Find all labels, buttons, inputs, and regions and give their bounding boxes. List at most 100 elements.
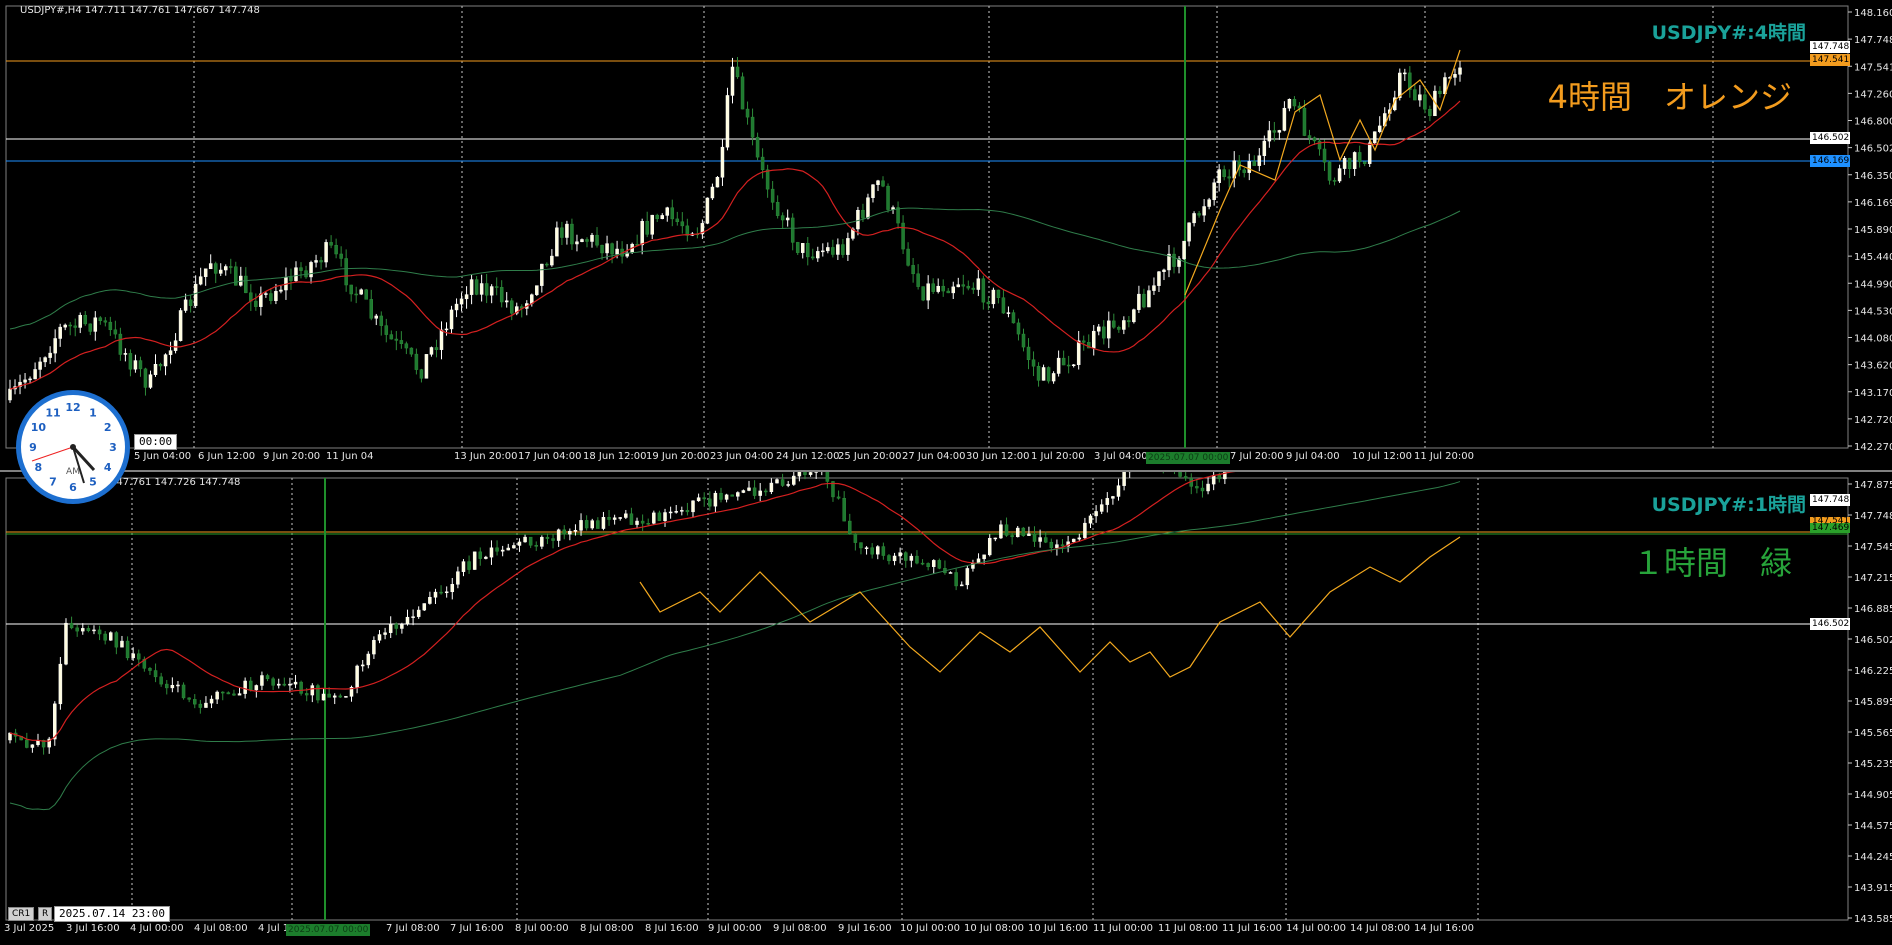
candle-body — [1292, 98, 1297, 107]
candle-body — [1183, 476, 1188, 479]
clock-number: 8 — [35, 461, 43, 474]
h1-chart-canvas[interactable]: 147.875 147.748 147.545 147.215 146.885 146.5… — [0, 472, 1892, 945]
time-tick-label: 6 Jun 12:00 — [198, 451, 255, 462]
time-tick-label: 11 Jul 20:00 — [1414, 451, 1474, 462]
candle-body — [765, 169, 770, 190]
candle-body — [103, 320, 108, 323]
candle-body — [775, 202, 780, 216]
candle-body — [25, 739, 29, 748]
candle-body — [304, 693, 309, 696]
price-tick-label: 146.502 — [1854, 144, 1892, 155]
candle-body — [1398, 72, 1402, 98]
candle-body — [1438, 90, 1442, 95]
candle-body — [1105, 498, 1110, 505]
chart-pane-h4[interactable]: 148.160 147.748 147.541 147.260 146.800 146.5… — [0, 0, 1892, 470]
candle-body — [299, 681, 303, 694]
candle-body — [573, 530, 578, 532]
candle-body — [414, 353, 419, 370]
candle-body — [334, 244, 338, 255]
price-tick-label: 144.990 — [1854, 279, 1892, 290]
price-tick-label: 145.235 — [1854, 759, 1892, 770]
candle-body — [1099, 504, 1104, 512]
candle-body — [730, 494, 734, 497]
candle-body — [951, 286, 956, 294]
candle-body — [920, 562, 925, 565]
candle-body — [1127, 320, 1131, 323]
candle-body — [896, 207, 900, 224]
r-box[interactable]: R — [38, 907, 53, 921]
candle-body — [1060, 544, 1065, 547]
candle-body — [1083, 522, 1087, 539]
candle-body — [81, 628, 85, 632]
candle-body — [1043, 537, 1048, 543]
candle-body — [143, 368, 148, 388]
candle-body — [148, 668, 152, 671]
candle-body — [1038, 537, 1042, 542]
price-tick-label: 145.890 — [1854, 225, 1892, 236]
candle-body — [379, 315, 384, 326]
candle-body — [479, 283, 484, 295]
price-tick-label: 148.160 — [1854, 8, 1892, 19]
candle-body — [289, 277, 293, 282]
candle-body — [404, 343, 409, 349]
candle-body — [1107, 320, 1111, 339]
candle-body — [123, 353, 128, 355]
candle-body — [640, 221, 644, 246]
candle-body — [165, 683, 169, 689]
candle-body — [220, 691, 225, 694]
candle-body — [1202, 206, 1206, 216]
h1-symbol-label: USDJPY#:1時間 — [1651, 494, 1806, 516]
candle-body — [405, 616, 410, 625]
candle-body — [464, 294, 469, 300]
candle-body — [355, 665, 359, 688]
candle-body — [198, 703, 203, 708]
chart-pane-h1[interactable]: 147.875 147.748 147.545 147.215 146.885 146.5… — [0, 472, 1892, 945]
candle-body — [504, 300, 509, 303]
time-tick-label: 4 Jul 08:00 — [194, 923, 248, 934]
candle-body — [575, 241, 579, 245]
candle-body — [730, 66, 735, 96]
time-tick-label: 7 Jul 08:00 — [386, 923, 440, 934]
price-tick-label: 147.748 — [1854, 511, 1892, 522]
h1-vline-date-label: 2025.07.07 00:00 — [286, 924, 371, 936]
time-tick-label: 25 Jun 20:00 — [838, 451, 902, 462]
candle-body — [439, 591, 443, 594]
candle-body — [1342, 157, 1347, 169]
candle-body — [607, 517, 611, 520]
candle-body — [383, 632, 387, 635]
candle-body — [650, 214, 654, 235]
candle-body — [859, 542, 863, 549]
candle-body — [243, 680, 247, 694]
h4-chart-canvas[interactable]: 148.160147.748147.541147.260146.800146.5… — [0, 0, 1892, 470]
candle-body — [1172, 253, 1176, 267]
candle-body — [456, 571, 460, 585]
time-tick-label: 23 Jun 04:00 — [710, 451, 774, 462]
candle-body — [484, 556, 488, 559]
candle-body — [1016, 322, 1021, 335]
candle-body — [961, 284, 966, 287]
candle-body — [926, 283, 930, 301]
time-tick-label: 14 Jul 16:00 — [1414, 923, 1474, 934]
candle-body — [1257, 155, 1262, 166]
candle-body — [1187, 222, 1191, 242]
candle-body — [965, 568, 970, 586]
candle-body — [108, 321, 113, 331]
price-tick-label: 147.545 — [1854, 542, 1892, 553]
candle-body — [790, 217, 795, 243]
candle-body — [937, 560, 942, 569]
price-tick-label: 145.895 — [1854, 697, 1892, 708]
candle-body — [374, 315, 379, 319]
candle-body — [1418, 94, 1422, 101]
candle-body — [68, 324, 72, 327]
cr1-box[interactable]: CR1 — [8, 907, 35, 921]
candle-body — [469, 279, 474, 295]
candle-body — [38, 361, 42, 370]
price-tick-label: 147.875 — [1854, 480, 1892, 491]
candle-body — [645, 221, 649, 235]
time-tick-label: 4 Jul 00:00 — [130, 923, 184, 934]
candle-body — [48, 352, 52, 358]
candle-body — [364, 289, 368, 300]
candle-body — [1362, 161, 1367, 164]
candle-body — [97, 629, 102, 635]
candle-body — [193, 283, 198, 306]
